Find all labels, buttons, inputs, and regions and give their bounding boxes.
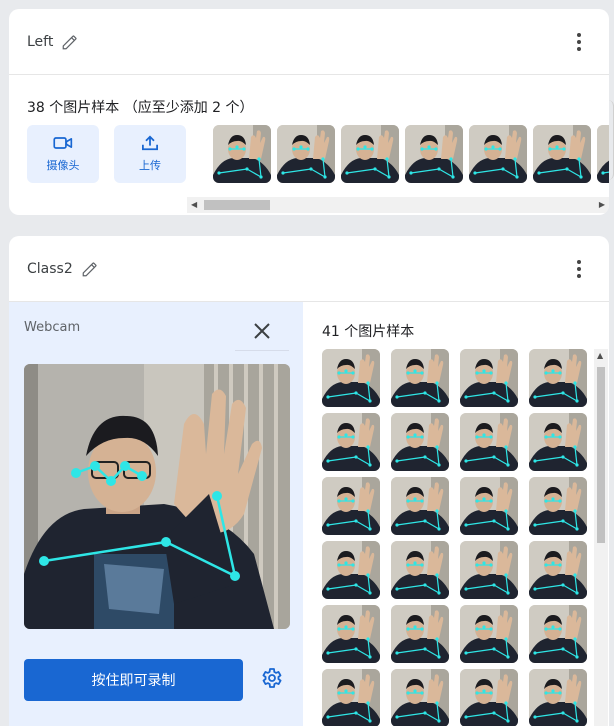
sample-thumbnail[interactable] [460,477,518,535]
scroll-right-arrow-icon[interactable]: ▶ [599,200,605,209]
scroll-up-arrow-icon[interactable]: ▲ [597,351,603,360]
settings-icon[interactable] [259,666,283,690]
sample-thumbnail[interactable] [460,605,518,663]
sample-thumbnail[interactable] [322,541,380,599]
sample-thumbnail[interactable] [460,669,518,726]
sample-thumbnail[interactable] [391,477,449,535]
sample-thumbnail[interactable] [322,605,380,663]
sample-thumbnail[interactable] [529,477,587,535]
samples-count-label: 41 个图片样本 [322,324,415,340]
sample-thumbnail[interactable] [460,349,518,407]
sample-thumbnail[interactable] [529,413,587,471]
more-vert-icon[interactable] [569,30,589,54]
upload-button[interactable]: 上传 [114,125,186,183]
close-icon[interactable] [251,320,273,342]
horizontal-scrollbar[interactable]: ◀ ▶ [187,197,609,213]
sample-thumbnail[interactable] [460,413,518,471]
sample-thumbnail[interactable] [391,413,449,471]
sample-thumbnail[interactable] [469,125,527,183]
sample-thumbnail[interactable] [529,605,587,663]
sample-thumbnail[interactable] [322,669,380,726]
divider [235,350,289,351]
sample-thumbnail[interactable] [213,125,271,183]
sample-thumbnail[interactable] [341,125,399,183]
sample-thumbnail[interactable] [529,541,587,599]
webcam-panel-title: Webcam [24,320,81,335]
sample-thumbnail[interactable] [529,349,587,407]
class-title[interactable]: Class2 [27,261,73,277]
webcam-button-label: 摄像头 [46,159,80,172]
sample-thumbnail[interactable] [460,541,518,599]
scrollbar-thumb[interactable] [204,200,270,210]
webcam-panel: Webcam 按住即可录制 [9,302,303,726]
scroll-left-arrow-icon[interactable]: ◀ [191,200,197,209]
vertical-scrollbar[interactable]: ▲ [594,349,608,726]
sample-thumbnail-grid[interactable] [322,349,597,726]
hold-to-record-button[interactable]: 按住即可录制 [24,659,243,701]
class-card-header: Left [9,9,609,75]
sample-thumbnail[interactable] [529,669,587,726]
upload-button-label: 上传 [139,159,161,172]
sample-thumbnail[interactable] [391,669,449,726]
class-card-left: Left 38 个图片样本 （应至少添加 2 个） 摄像头 上传 ◀ ▶ [9,9,609,215]
samples-count-label: 38 个图片样本 （应至少添加 2 个） [27,100,254,116]
upload-icon [142,135,158,151]
sample-thumbnail[interactable] [533,125,591,183]
sample-thumbnail[interactable] [277,125,335,183]
class-card-header: Class2 [9,236,609,302]
sample-thumbnail[interactable] [391,541,449,599]
sample-thumbnail[interactable] [322,477,380,535]
sample-thumbnail-strip[interactable] [204,125,609,185]
videocam-icon [53,137,73,149]
webcam-preview [24,364,290,629]
sample-thumbnail[interactable] [405,125,463,183]
more-vert-icon[interactable] [569,257,589,281]
class-title[interactable]: Left [27,34,53,50]
sample-thumbnail[interactable] [391,605,449,663]
sample-thumbnail[interactable] [322,413,380,471]
sample-thumbnail[interactable] [391,349,449,407]
scrollbar-thumb[interactable] [597,367,605,543]
sample-thumbnail[interactable] [597,125,609,183]
webcam-button[interactable]: 摄像头 [27,125,99,183]
sample-thumbnail[interactable] [322,349,380,407]
pencil-icon[interactable] [61,33,79,51]
pencil-icon[interactable] [81,260,99,278]
class-card-class2: Class2 Webcam 按住即可录制 41 个图片样本 ▲ [9,236,609,726]
